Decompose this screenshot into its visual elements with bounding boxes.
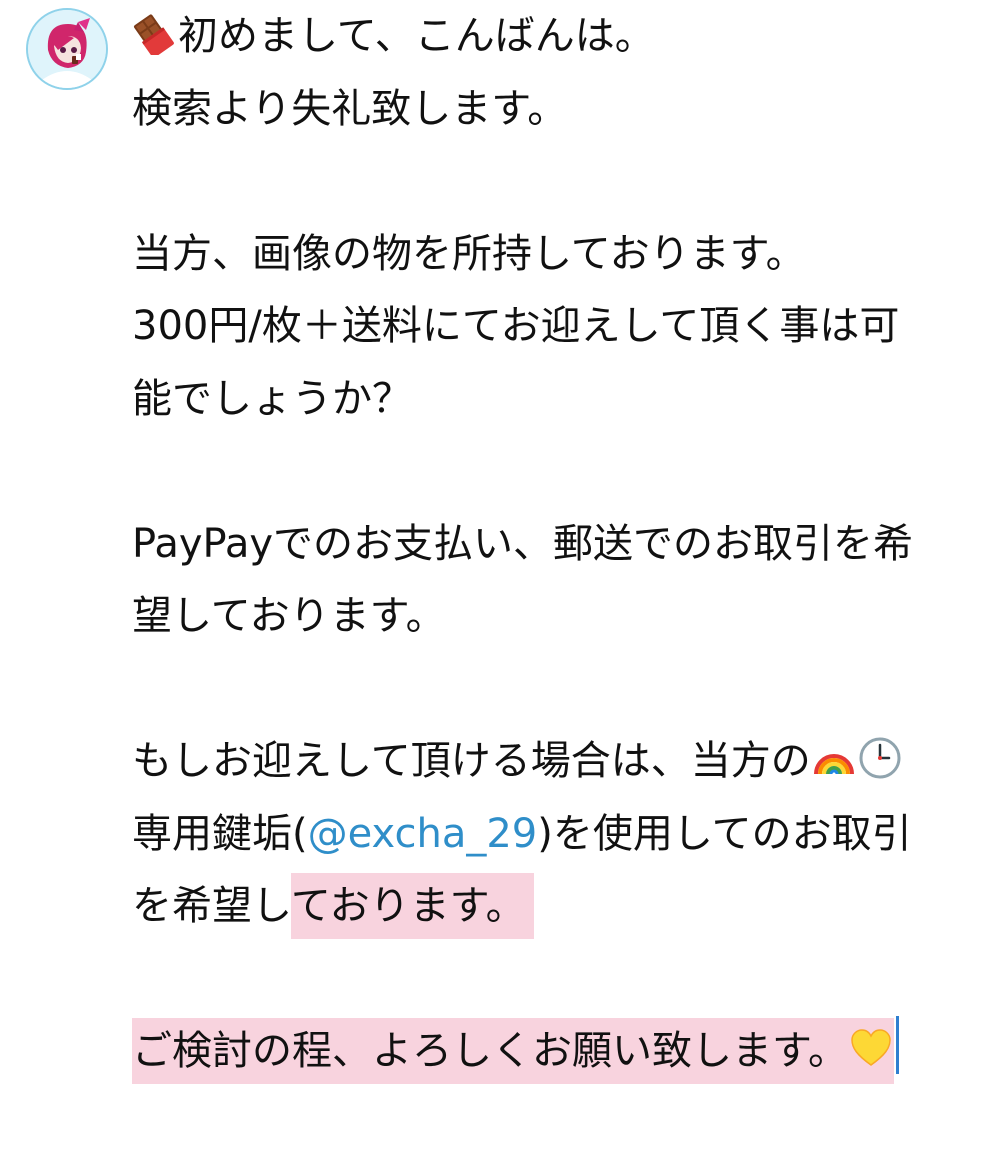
message-line: PayPayでのお支払い、郵送でのお取引を希 — [132, 520, 914, 567]
message-line: 当方、画像の物を所持しております。 — [132, 230, 806, 277]
message-body[interactable]: 初めまして、こんばんは。 検索より失礼致します。 当方、画像の物を所持しておりま… — [132, 0, 978, 1088]
message-text: )を使用してのお取引 — [537, 810, 912, 857]
message-line: 能でしょうか？ — [132, 375, 412, 422]
rainbow-icon — [813, 754, 854, 775]
message-text: 専用鍵垢( — [132, 810, 308, 857]
yellow-heart-icon — [851, 1029, 891, 1066]
selected-text[interactable]: ご検討の程、よろしくお願い致します。 — [132, 1018, 894, 1084]
message-line: 専用鍵垢(@excha_29)を使用してのお取引 — [132, 798, 978, 871]
message-line: ご検討の程、よろしくお願い致します。 — [132, 1015, 978, 1088]
selected-text[interactable]: ております。 — [290, 873, 534, 939]
message-line: 300円/枚＋送料にてお迎えして頂く事は可 — [132, 303, 900, 349]
message-text: ご検討の程、よろしくお願い致します。 — [132, 1028, 848, 1074]
message-line: 初めまして、こんばんは。 — [132, 0, 978, 73]
message-line: を希望しております。 — [132, 870, 978, 943]
message-line: もしお迎えして頂ける場合は、当方の — [132, 725, 978, 798]
message-text: もしお迎えして頂ける場合は、当方の — [132, 738, 811, 784]
text-cursor — [896, 1016, 899, 1074]
message-line: 望しております。 — [132, 593, 446, 639]
greeting-text: 初めまして、こんばんは。 — [178, 13, 655, 59]
message-text: を希望し — [132, 883, 291, 929]
chocolate-bar-icon — [133, 14, 174, 55]
message-line: 検索より失礼致します。 — [132, 85, 568, 132]
mention-link[interactable]: @excha_29 — [308, 811, 538, 857]
user-avatar-icon[interactable] — [26, 8, 108, 90]
clock-icon — [859, 737, 901, 779]
